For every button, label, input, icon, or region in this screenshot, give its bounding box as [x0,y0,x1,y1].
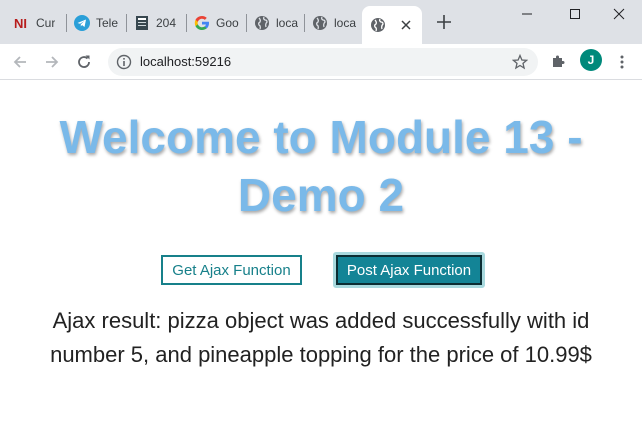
address-bar[interactable]: localhost:59216 [108,48,538,76]
close-tab-icon[interactable] [398,17,414,33]
ajax-result-text: Ajax result: pizza object was added succ… [0,304,642,372]
close-icon [613,8,625,20]
address-text[interactable]: localhost:59216 [140,54,231,69]
close-window-button[interactable] [596,0,642,28]
tab-2[interactable]: Tele [66,8,126,38]
svg-text:NI: NI [14,16,27,30]
globe-icon [312,15,328,31]
plus-icon [437,15,451,29]
telegram-icon [74,15,90,31]
back-button[interactable] [8,50,32,74]
new-tab-button[interactable] [434,12,454,32]
maximize-button[interactable] [552,0,598,28]
browser-toolbar: localhost:59216 J [0,44,642,80]
minimize-icon [522,13,532,15]
tab-1[interactable]: NI Cur [6,8,62,38]
bookmark-star-icon[interactable] [512,54,528,70]
page-title-line-2: Demo 2 [237,169,405,221]
extensions-button[interactable] [546,50,570,74]
tab-strip: NI Cur Tele 204 Goo loca loca [0,0,642,44]
page-title-line-1: Welcome to Module 13 - [59,111,583,163]
reload-button[interactable] [72,50,96,74]
reload-icon [78,55,90,68]
more-vert-icon [620,55,624,69]
maximize-icon [570,9,580,19]
tab-6[interactable]: loca [304,8,362,38]
page-content: Welcome to Module 13 - Demo 2 Get Ajax F… [0,80,642,444]
forward-button[interactable] [40,50,64,74]
tab-title: Cur [36,16,56,30]
arrow-left-icon [13,56,26,68]
tab-title: 204 [156,16,177,30]
tab-5[interactable]: loca [246,8,304,38]
ni-logo-icon: NI [14,15,30,31]
globe-icon [254,15,270,31]
puzzle-icon [553,55,565,67]
book-icon [134,15,150,31]
post-ajax-button[interactable]: Post Ajax Function [333,252,485,288]
info-icon[interactable] [116,54,132,70]
google-icon [194,15,210,31]
ajax-result-line-2: number 5, and pineapple topping for the … [50,342,592,367]
tab-4[interactable]: Goo [186,8,246,38]
tab-title: Goo [216,16,239,30]
profile-avatar[interactable]: J [580,49,602,71]
arrow-right-icon [46,56,59,68]
ajax-result-line-1: Ajax result: pizza object was added succ… [52,308,590,333]
globe-icon [370,17,386,33]
menu-button[interactable] [610,50,634,74]
tab-title: loca [334,16,357,30]
tab-3[interactable]: 204 [126,8,186,38]
tab-title: loca [276,16,299,30]
minimize-button[interactable] [504,0,550,28]
page-title: Welcome to Module 13 - Demo 2 [0,108,642,224]
tab-active[interactable] [362,6,422,44]
tab-title: Tele [96,16,119,30]
get-ajax-button[interactable]: Get Ajax Function [161,255,302,285]
